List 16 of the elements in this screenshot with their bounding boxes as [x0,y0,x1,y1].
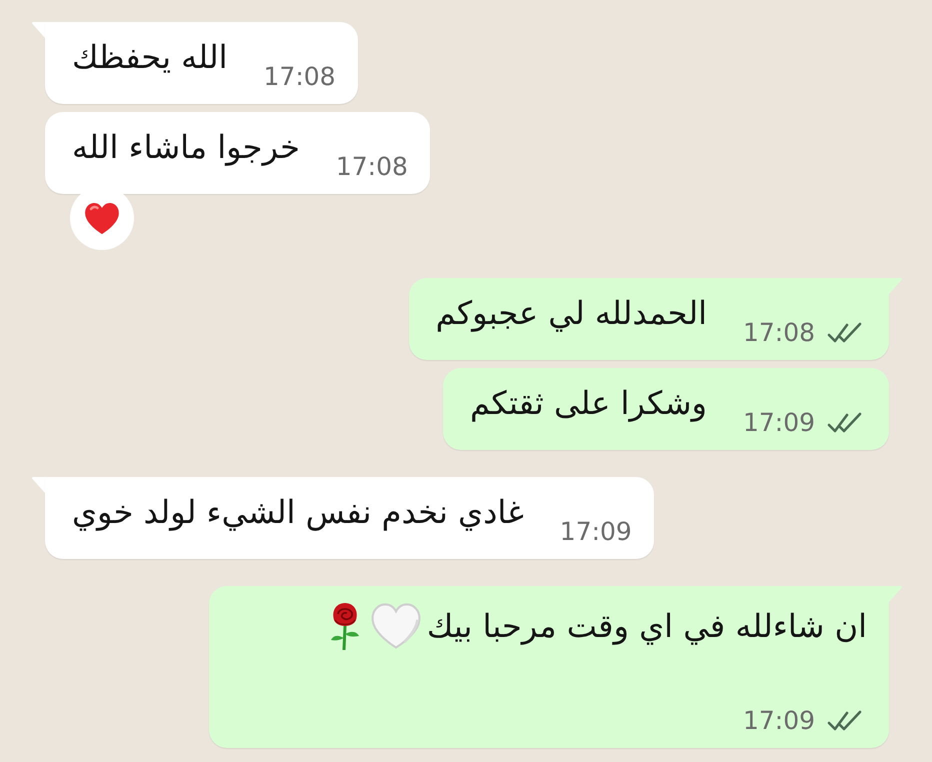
message-time: 17:09 [742,408,815,438]
message-time: 17:09 [560,517,632,547]
message-time: 17:08 [742,318,815,348]
message-time: 17:08 [264,62,336,92]
message-time: 17:09 [742,706,815,736]
message-text: وشكرا على ثقتكم [470,383,707,424]
message-text: الله يحفظك [72,37,228,78]
message-text: خرجوا ماشاء الله [72,127,300,168]
message-text: الحمدلله لي عجبوكم [436,293,707,334]
message-time: 17:08 [336,152,408,182]
bubble-tail [889,278,903,294]
bubble-tail [31,22,45,38]
bubble-tail [31,477,45,493]
message-text: غادي نخدم نفس الشيء لولد خوي [72,492,524,533]
message-text: ان شاءلله في اي وقت مرحبا بيك [426,606,867,647]
bubble-tail [889,586,903,602]
